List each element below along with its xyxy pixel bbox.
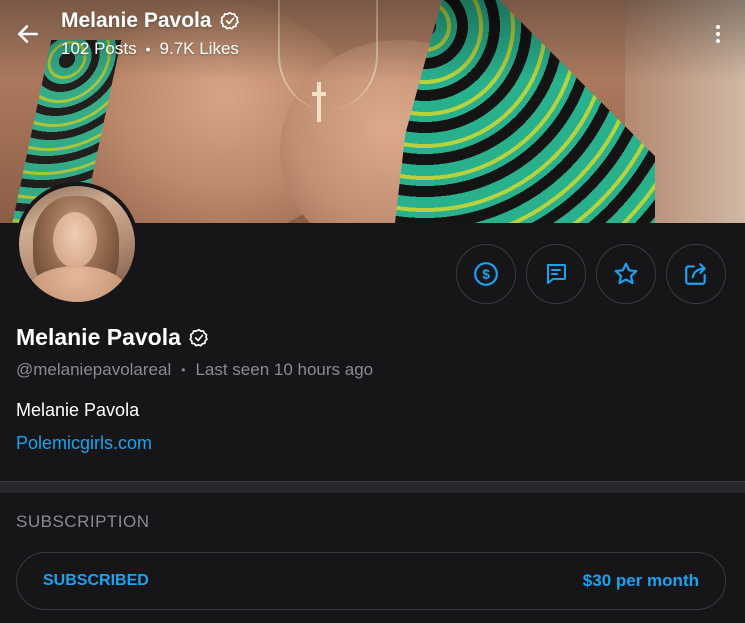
profile-bio: Melanie Pavola — [16, 400, 140, 420]
stats-separator: • — [145, 41, 151, 57]
subscription-price: $30 per month — [582, 571, 699, 590]
profile-name: Melanie Pavola — [16, 324, 209, 351]
header-stats: 102 Posts • 9.7K Likes — [61, 39, 239, 59]
profile-meta: @melaniepavolareal • Last seen 10 hours … — [16, 360, 373, 380]
cover-image — [0, 0, 745, 223]
star-icon — [613, 261, 639, 287]
svg-text:$: $ — [482, 266, 490, 282]
subscription-heading: SUBSCRIPTION — [16, 512, 150, 531]
add-to-favorites-button[interactable] — [596, 244, 656, 304]
verified-icon — [189, 328, 209, 348]
share-button[interactable] — [666, 244, 726, 304]
avatar[interactable] — [15, 182, 139, 306]
message-button[interactable] — [526, 244, 586, 304]
more-dot — [716, 25, 720, 29]
profile-website-link[interactable]: Polemicgirls.com — [16, 433, 152, 454]
meta-separator: • — [181, 363, 186, 377]
arrow-left-icon — [15, 21, 41, 47]
verified-icon — [219, 11, 240, 31]
subscription-button[interactable]: SUBSCRIBED $30 per month — [16, 552, 726, 610]
more-options-button[interactable] — [706, 20, 730, 48]
header-name-text: Melanie Pavola — [61, 9, 212, 32]
section-divider — [0, 481, 745, 493]
likes-count: 9.7K Likes — [159, 39, 239, 58]
more-dot — [716, 32, 720, 36]
username: @melaniepavolareal — [16, 360, 172, 379]
share-icon — [683, 261, 709, 287]
more-dot — [716, 39, 720, 43]
subscription-status: SUBSCRIBED — [43, 572, 149, 589]
header-title: Melanie Pavola — [61, 9, 240, 33]
back-button[interactable] — [12, 18, 44, 50]
send-tip-button[interactable]: $ — [456, 244, 516, 304]
avatar-image — [19, 186, 135, 302]
dollar-circle-icon: $ — [473, 261, 499, 287]
posts-count: 102 Posts — [61, 39, 137, 58]
last-seen: Last seen 10 hours ago — [195, 360, 374, 379]
message-icon — [544, 262, 568, 286]
profile-name-text: Melanie Pavola — [16, 324, 181, 350]
